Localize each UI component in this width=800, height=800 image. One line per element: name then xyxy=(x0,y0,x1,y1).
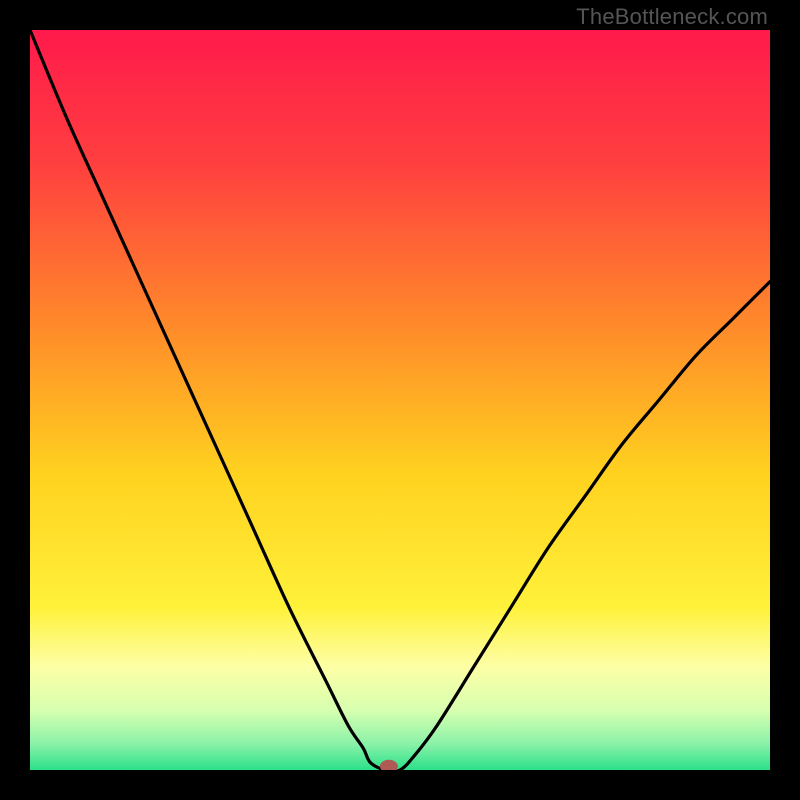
plot-area xyxy=(30,30,770,770)
chart-frame: TheBottleneck.com xyxy=(0,0,800,800)
chart-svg xyxy=(30,30,770,770)
watermark-text: TheBottleneck.com xyxy=(576,4,768,30)
